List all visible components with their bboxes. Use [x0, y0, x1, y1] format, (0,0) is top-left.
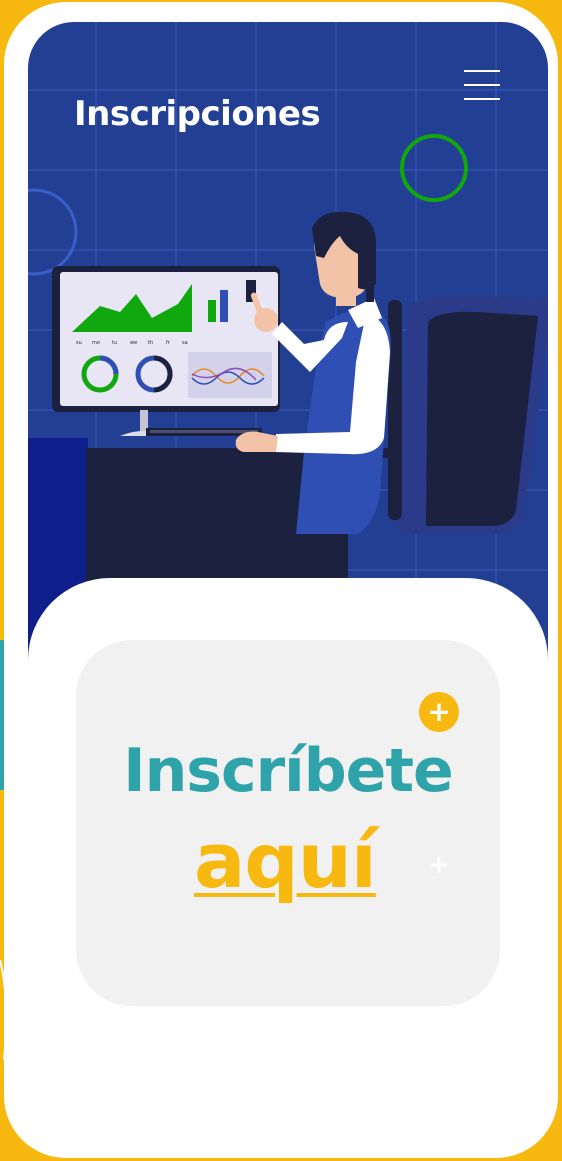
office-chair [388, 295, 548, 534]
phone-frame: su mo tu we th fr sa Inscripciones + Ins… [4, 2, 558, 1158]
hero-section: su mo tu we th fr sa Inscripciones [28, 22, 548, 672]
day-label: sa [182, 340, 188, 346]
left-ring [28, 188, 78, 276]
day-label: su [76, 340, 82, 346]
hamburger-menu-icon[interactable] [464, 70, 500, 100]
day-label: tu [112, 340, 117, 346]
register-title: Inscríbete [123, 736, 454, 806]
menu-bar [464, 70, 500, 72]
phone-screen: su mo tu we th fr sa Inscripciones + Ins… [28, 22, 548, 1142]
menu-bar [464, 84, 500, 86]
register-card[interactable]: + Inscríbete aquí + [76, 640, 500, 1006]
monitor: su mo tu we th fr sa [52, 266, 280, 436]
day-label: th [148, 340, 153, 346]
day-label: we [130, 340, 137, 346]
page-title: Inscripciones [74, 94, 321, 134]
menu-bar [464, 98, 500, 100]
day-label: mo [92, 340, 100, 346]
small-plus-icon: + [428, 850, 450, 880]
plus-icon: + [419, 692, 459, 732]
green-ring [400, 134, 468, 202]
register-here-link[interactable]: aquí [194, 816, 377, 905]
